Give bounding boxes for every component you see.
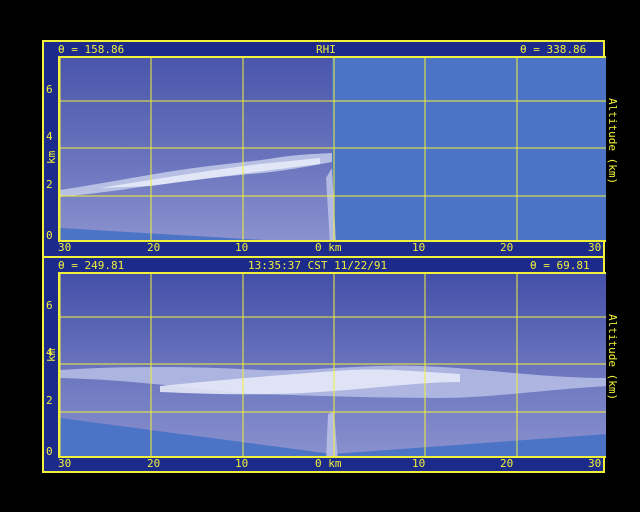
bottom-xtick-20-left: 20 [147,457,161,470]
top-ytick-6: 6 [46,83,53,96]
bottom-ytick-6: 6 [46,299,53,312]
top-xtick-10-left: 10 [235,241,249,254]
scan-timestamp: 13:35:37 CST 11/22/91 [248,259,388,272]
top-xtick-10-right: 10 [412,241,426,254]
bottom-left-azimuth: θ = 249.81 [58,259,125,272]
top-sky-region-right [332,58,606,240]
bottom-xtick-10-right: 10 [412,457,426,470]
bottom-rhi-plot[interactable] [58,272,606,458]
bottom-ytick-2: 2 [46,394,53,407]
bottom-xtick-10-left: 10 [235,457,249,470]
top-echo-region-left [60,58,332,240]
bottom-right-axis-label: Altitude (km) [606,314,619,401]
top-right-azimuth: θ = 338.86 [520,43,587,56]
panel-divider [44,256,603,258]
top-y-axis-label: km [45,150,58,164]
bottom-xtick-0: 0 km [315,457,342,470]
bottom-ytick-0: 0 [46,445,53,458]
top-rhi-svg [60,58,606,240]
top-xtick-20-right: 20 [500,241,514,254]
top-right-axis-label: Altitude (km) [606,98,619,185]
top-left-azimuth: θ = 158.86 [58,43,125,56]
rhi-display-frame: θ = 158.86 RHI θ = 338.86 6 4 2 0 km Alt… [42,40,619,473]
bottom-y-axis-label: km [45,348,58,362]
bottom-xtick-20-right: 20 [500,457,514,470]
bottom-xtick-30-left: 30 [58,457,72,470]
top-xtick-20-left: 20 [147,241,161,254]
top-xtick-30-left: 30 [58,241,72,254]
top-ytick-4: 4 [46,130,53,143]
bottom-rhi-svg [60,274,606,456]
bottom-xtick-30-right: 30 [588,457,602,470]
top-ytick-2: 2 [46,178,53,191]
top-ytick-0: 0 [46,229,53,242]
top-xtick-30-right: 30 [588,241,602,254]
top-rhi-plot[interactable] [58,56,606,242]
top-xtick-0: 0 km [315,241,342,254]
bottom-right-azimuth: θ = 69.81 [530,259,590,272]
top-panel-title: RHI [316,43,336,56]
